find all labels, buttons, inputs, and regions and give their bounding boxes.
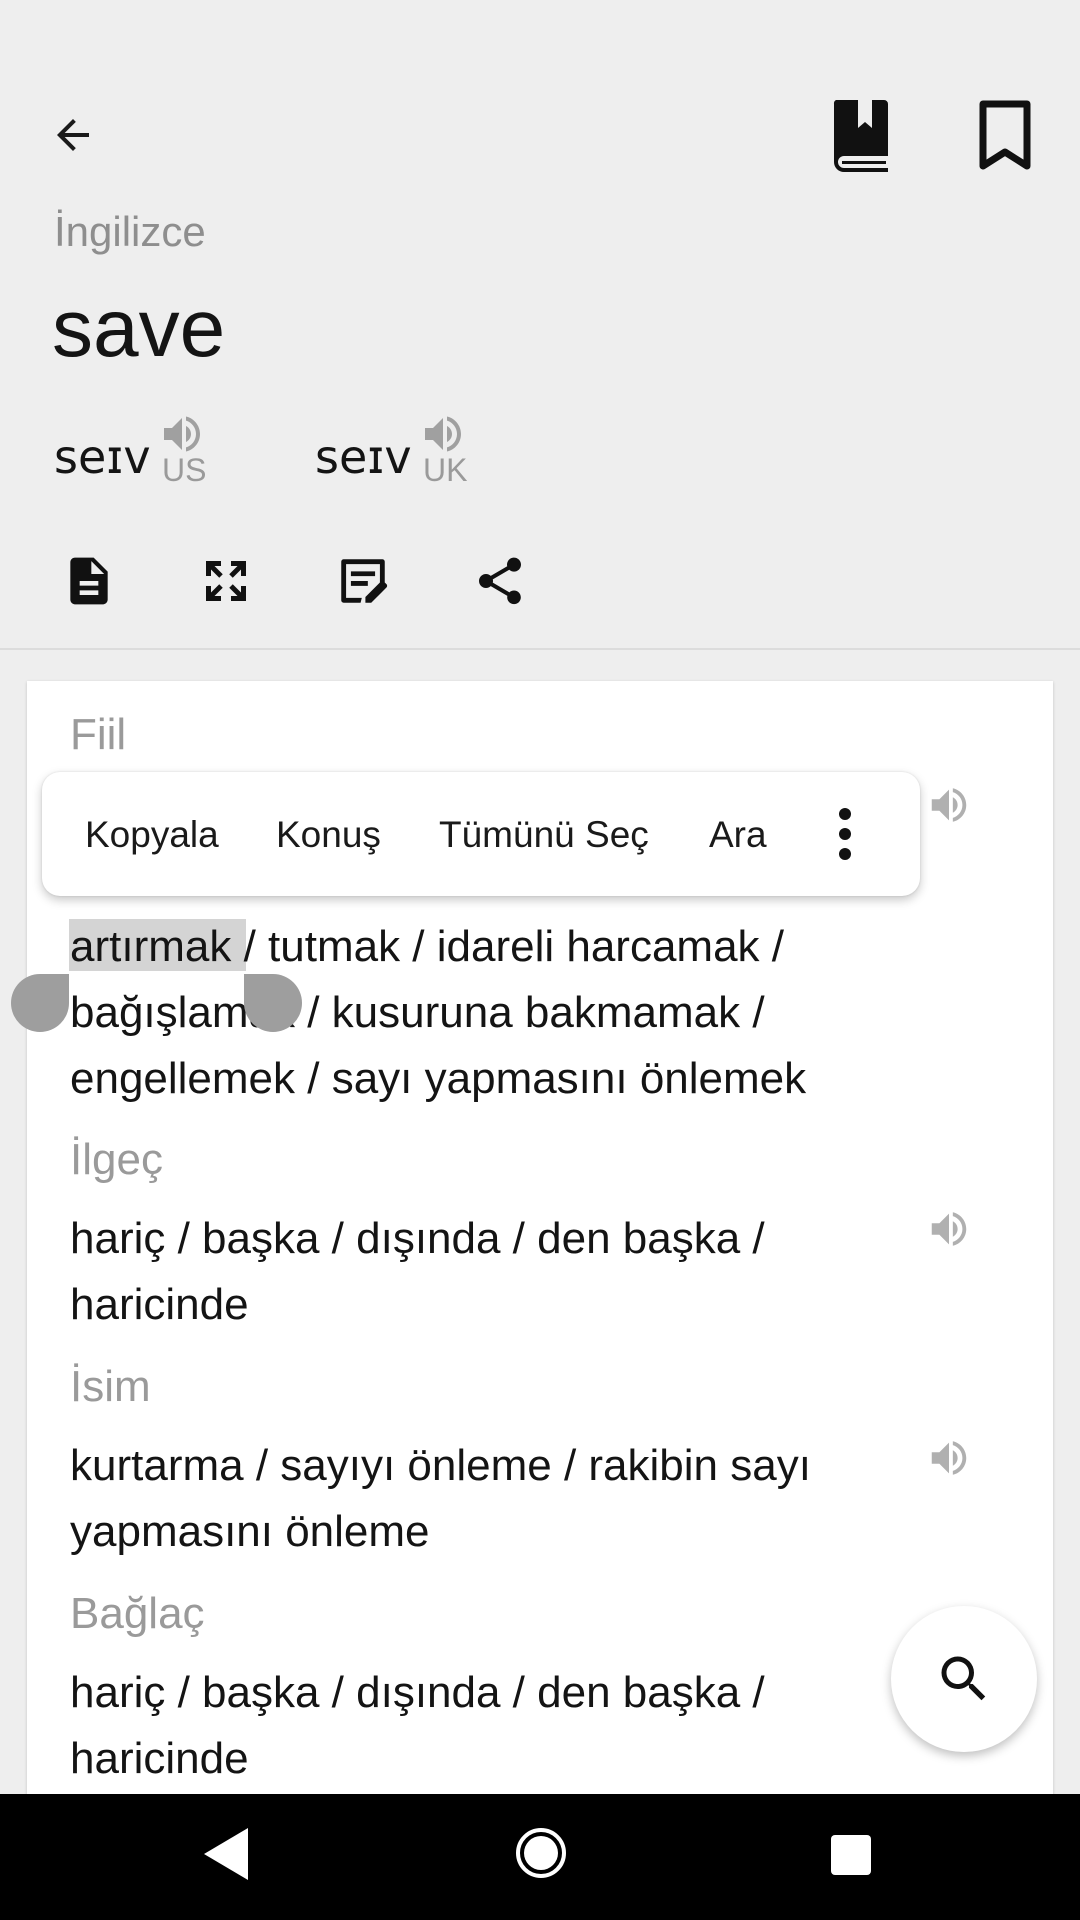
share-icon xyxy=(479,557,521,605)
menu-item-select-all[interactable]: Tümünü Seç xyxy=(439,814,649,856)
edit-note-icon xyxy=(341,559,388,603)
share-button[interactable] xyxy=(467,548,533,614)
menu-item-search[interactable]: Ara xyxy=(709,814,767,856)
selection-handle-start[interactable] xyxy=(11,974,69,1032)
meaning-line: hariç / başka / dışında / den başka / xyxy=(70,1668,765,1717)
book-icon xyxy=(833,100,888,172)
meaning-line: artırmak / tutmak / idareli harcamak / xyxy=(70,922,784,971)
menu-item-speak[interactable]: Konuş xyxy=(276,814,381,856)
pos-label: İlgeç xyxy=(70,1135,163,1184)
fullscreen-icon xyxy=(206,561,246,601)
document-icon xyxy=(70,557,108,605)
speaker-icon[interactable] xyxy=(926,782,972,833)
region-label: UK xyxy=(423,452,468,488)
speaker-icon[interactable] xyxy=(926,1435,972,1486)
bookmark-button[interactable] xyxy=(970,95,1040,175)
nav-recents-icon[interactable] xyxy=(830,1834,872,1881)
dictionary-button[interactable] xyxy=(820,90,900,180)
meaning-line: haricinde xyxy=(70,1280,249,1329)
back-button[interactable] xyxy=(38,100,108,170)
pos-label: Fiil xyxy=(70,710,127,759)
search-fab[interactable] xyxy=(891,1606,1037,1752)
region-label: US xyxy=(162,452,207,488)
bookmark-icon xyxy=(979,100,1031,170)
pronunciation-uk[interactable]: seɪv UK xyxy=(315,410,515,490)
arrow-back-icon xyxy=(57,119,89,151)
fullscreen-button[interactable] xyxy=(193,548,259,614)
meaning-text[interactable]: artırmak / tutmak / idareli harcamak / b… xyxy=(70,914,890,1112)
edit-note-button[interactable] xyxy=(330,548,396,614)
document-button[interactable] xyxy=(56,548,122,614)
meaning-line: bağışlamak / kusuruna bakmamak / xyxy=(70,988,765,1037)
more-options-icon[interactable] xyxy=(837,802,853,871)
meaning-text[interactable]: hariç / başka / dışında / den başka / ha… xyxy=(70,1206,890,1338)
nav-home-icon[interactable] xyxy=(514,1826,568,1885)
ipa-text: seɪv xyxy=(54,430,151,484)
meaning-text[interactable]: hariç / başka / dışında / den başka / ha… xyxy=(70,1660,890,1792)
meaning-line: kurtarma / sayıyı önleme / rakibin sayı xyxy=(70,1441,811,1490)
meaning-text[interactable]: kurtarma / sayıyı önleme / rakibin sayı … xyxy=(70,1433,890,1565)
text-selection-menu: Kopyala Konuş Tümünü Seç Ara xyxy=(42,772,920,896)
meaning-line: yapmasını önleme xyxy=(70,1507,430,1556)
language-label: İngilizce xyxy=(54,208,206,255)
meaning-line: haricinde xyxy=(70,1734,249,1783)
header-divider xyxy=(0,648,1080,650)
headword: save xyxy=(52,283,226,374)
system-navigation-bar xyxy=(0,1794,1080,1920)
pronunciation-us[interactable]: seɪv US xyxy=(54,410,254,490)
pos-label: İsim xyxy=(70,1362,151,1411)
pos-label: Bağlaç xyxy=(70,1589,205,1638)
meaning-line: hariç / başka / dışında / den başka / xyxy=(70,1214,765,1263)
ipa-text: seɪv xyxy=(315,430,412,484)
meaning-line: engellemek / sayı yapmasını önlemek xyxy=(70,1054,807,1103)
speaker-icon[interactable] xyxy=(926,1206,972,1257)
status-bar xyxy=(0,0,1080,72)
menu-item-copy[interactable]: Kopyala xyxy=(85,814,219,856)
nav-back-icon[interactable] xyxy=(200,1824,252,1889)
search-icon xyxy=(941,1656,986,1701)
selection-handle-end[interactable] xyxy=(244,974,302,1032)
